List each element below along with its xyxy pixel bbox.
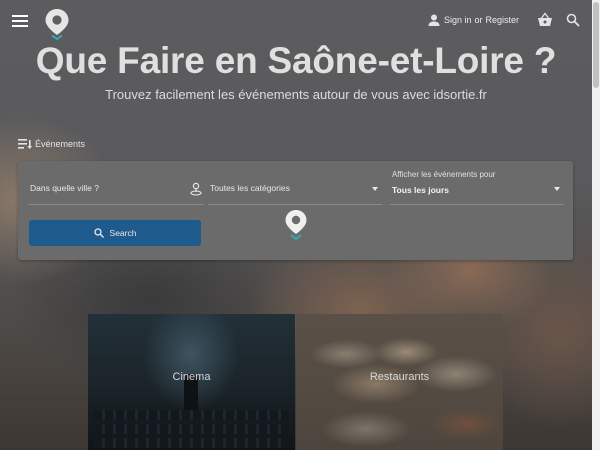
scrollbar[interactable] (592, 0, 600, 450)
events-tab-label: Événements (35, 139, 86, 149)
register-link[interactable]: Register (485, 15, 519, 25)
events-tab[interactable]: Événements (18, 138, 85, 150)
search-icon[interactable] (566, 13, 580, 27)
category-tile-label: Cinema (172, 371, 211, 383)
sign-in-link[interactable]: Sign in (444, 15, 472, 25)
scrollbar-thumb[interactable] (593, 2, 599, 88)
page-title: Que Faire en Saône-et-Loire ? (35, 40, 557, 81)
cinema-seats-image (94, 410, 289, 420)
search-button-label: Search (109, 228, 137, 238)
basket-icon[interactable] (537, 12, 553, 28)
category-tile-restaurants[interactable]: Restaurants (296, 314, 503, 450)
search-button[interactable]: Search (29, 220, 201, 246)
cinema-seats-image (94, 438, 289, 448)
page-subtitle: Trouvez facilement les événements autour… (105, 87, 487, 102)
category-tile-cinema[interactable]: Cinema (88, 314, 295, 450)
period-select-label: Afficher les événements pour (392, 170, 496, 179)
user-icon (428, 14, 440, 26)
cinema-seats-image (94, 424, 289, 434)
hamburger-menu-icon[interactable] (12, 15, 28, 29)
header-actions: Sign in or Register (427, 12, 580, 28)
category-select-value: Toutes les catégories (210, 183, 290, 193)
geolocation-icon[interactable] (190, 182, 202, 196)
city-field[interactable]: Dans quelle ville ? (28, 171, 204, 205)
chevron-down-icon (372, 187, 378, 191)
category-tile-label: Restaurants (369, 371, 430, 383)
period-select[interactable]: Afficher les événements pour Tous les jo… (390, 167, 564, 205)
auth-or-text: or (474, 15, 483, 25)
map-pin-logo-icon[interactable] (44, 8, 70, 40)
chevron-down-icon (554, 187, 560, 191)
search-icon (93, 228, 104, 238)
period-select-value: Tous les jours (392, 185, 449, 195)
category-select[interactable]: Toutes les catégories (208, 171, 382, 205)
filter-list-icon (18, 139, 32, 149)
map-pin-icon (285, 210, 307, 241)
city-input-placeholder[interactable]: Dans quelle ville ? (30, 183, 99, 193)
